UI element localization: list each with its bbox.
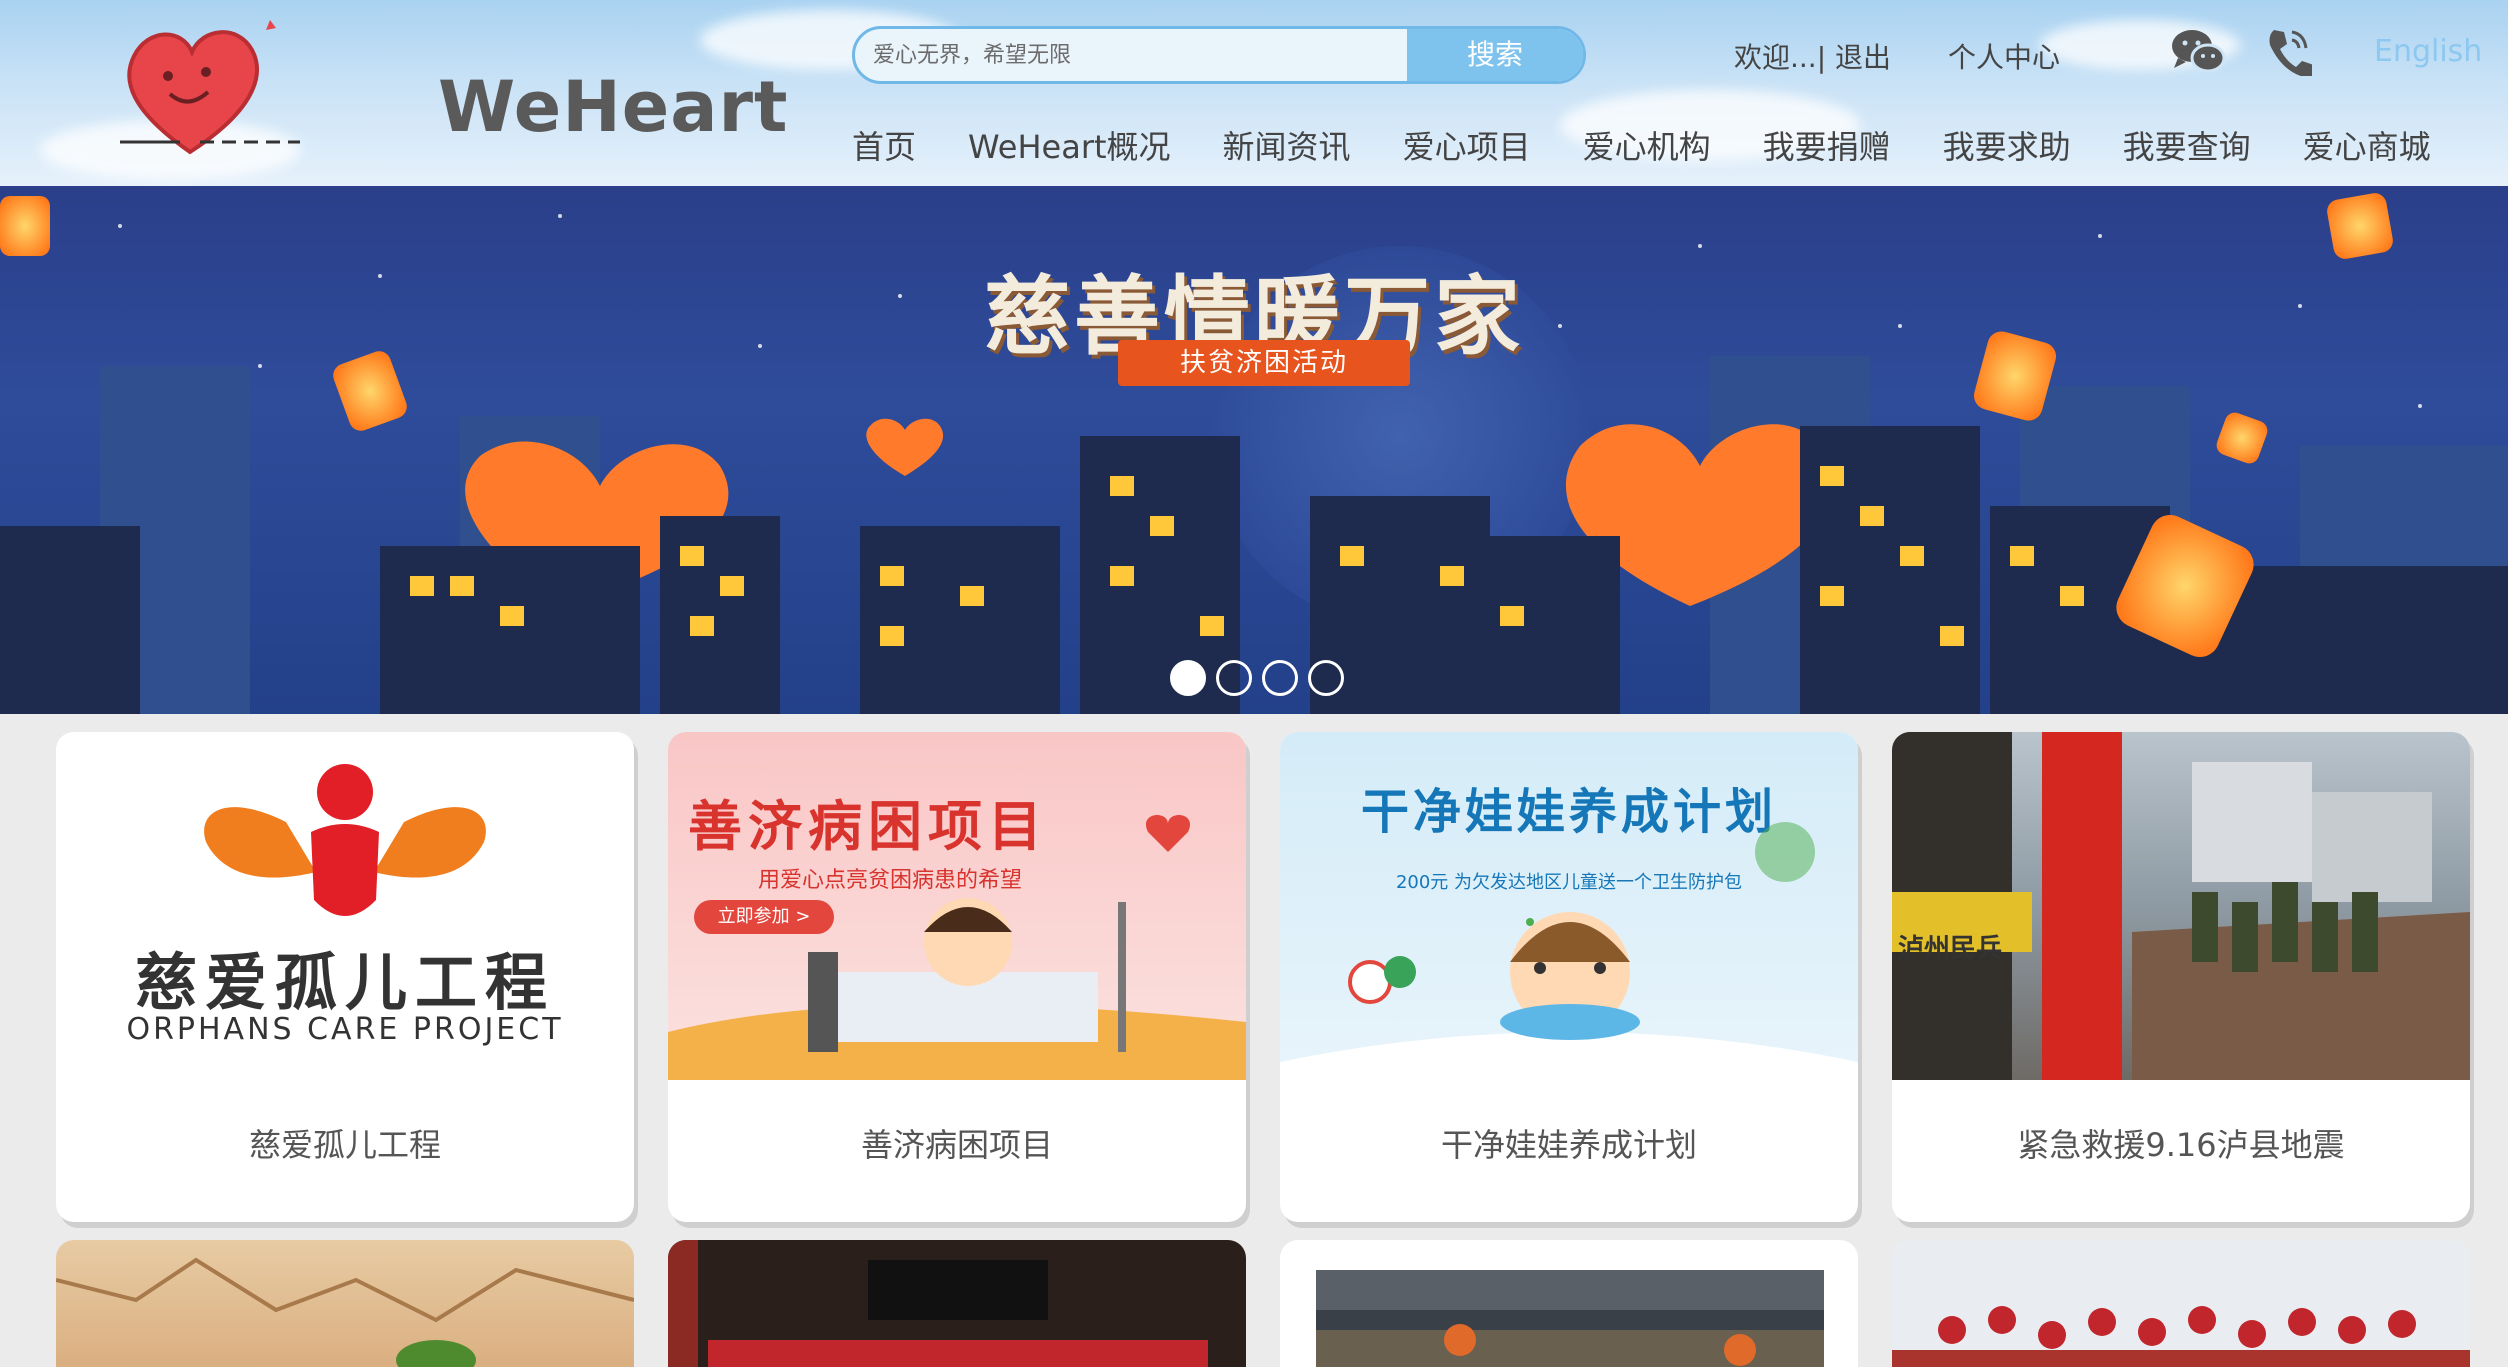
- dry-earth-photo: [56, 1257, 634, 1367]
- search-input[interactable]: [855, 29, 1409, 81]
- project-caption[interactable]: 善济病困项目: [668, 1120, 1246, 1166]
- logo-text: WeHeart: [438, 66, 789, 148]
- nav-item-home[interactable]: 首页: [852, 122, 916, 168]
- header: WeHeart 搜索 欢迎...| 退出 个人中心 English 首页 WeH…: [0, 0, 2508, 186]
- project-card-orphans[interactable]: 慈爱孤儿工程 ORPHANS CARE PROJECT 慈爱孤儿工程: [56, 732, 634, 1222]
- group-photo: [1892, 1306, 2470, 1367]
- earthquake-image-label: 泸州民兵: [1898, 934, 2003, 964]
- orphans-image-title: 慈爱孤儿工程: [134, 946, 555, 1019]
- project-card-row2-4[interactable]: [1892, 1240, 2470, 1367]
- project-card-row2-3[interactable]: [1280, 1240, 1858, 1367]
- hero-banner[interactable]: 慈善情暖万家 扶贫济困活动: [0, 186, 2508, 714]
- project-caption[interactable]: 干净娃娃养成计划: [1280, 1120, 1858, 1166]
- welcome-logout-link[interactable]: 欢迎...| 退出: [1734, 36, 1891, 76]
- project-image: 善济病困项目 用爱心点亮贫困病患的希望 立即参加 >: [668, 732, 1246, 1080]
- heart-logo-icon: [120, 20, 300, 155]
- personal-center-link[interactable]: 个人中心: [1948, 36, 2060, 76]
- patient-bed-illustration: [668, 814, 1246, 1080]
- earthquake-rescue-photo: [1892, 732, 2470, 1080]
- english-language-link[interactable]: English: [2374, 34, 2482, 69]
- project-card-row2-1[interactable]: [56, 1240, 634, 1367]
- nav-item-donate[interactable]: 我要捐赠: [1763, 122, 1891, 168]
- nav-item-overview[interactable]: WeHeart概况: [968, 122, 1171, 168]
- project-card-clean-kids[interactable]: 干净娃娃养成计划 200元 为欠发达地区儿童送一个卫生防护包 干净娃娃养成计划: [1280, 732, 1858, 1222]
- project-caption[interactable]: 慈爱孤儿工程: [56, 1120, 634, 1166]
- logo[interactable]: WeHeart: [120, 14, 787, 164]
- child-washing-illustration: [1280, 822, 1858, 1080]
- project-image: 干净娃娃养成计划 200元 为欠发达地区儿童送一个卫生防护包: [1280, 732, 1858, 1080]
- project-card-row2-2[interactable]: [668, 1240, 1246, 1367]
- orphans-image-subtitle: ORPHANS CARE PROJECT: [126, 1012, 564, 1047]
- ceremony-photo: [668, 1240, 1208, 1367]
- project-caption[interactable]: 紧急救援9.16泸县地震: [1892, 1120, 2470, 1166]
- main-nav: 首页 WeHeart概况 新闻资讯 爱心项目 爱心机构 我要捐赠 我要求助 我要…: [852, 122, 2483, 168]
- banner-subtitle: 扶贫济困活动: [1118, 340, 1410, 386]
- flood-rescue-photo: [1316, 1270, 1824, 1367]
- project-image: 慈爱孤儿工程 ORPHANS CARE PROJECT: [56, 732, 634, 1080]
- project-image: 泸州民兵: [1892, 732, 2470, 1080]
- project-card-earthquake[interactable]: 泸州民兵 紧急救援9.16泸县地震: [1892, 732, 2470, 1222]
- carousel-dot-1[interactable]: [1170, 660, 1206, 696]
- search-button[interactable]: 搜索: [1407, 29, 1583, 81]
- search-bar: 搜索: [852, 26, 1586, 84]
- phone-icon[interactable]: [2264, 26, 2314, 80]
- nav-item-projects[interactable]: 爱心项目: [1403, 122, 1531, 168]
- nav-item-mall[interactable]: 爱心商城: [2303, 122, 2431, 168]
- nav-item-query[interactable]: 我要查询: [2123, 122, 2251, 168]
- carousel-dot-4[interactable]: [1308, 660, 1344, 696]
- nav-item-organizations[interactable]: 爱心机构: [1583, 122, 1711, 168]
- carousel-dot-2[interactable]: [1216, 660, 1252, 696]
- carousel-dots: [1170, 660, 1354, 696]
- wechat-icon[interactable]: [2170, 28, 2226, 80]
- nav-item-news[interactable]: 新闻资讯: [1223, 122, 1351, 168]
- carousel-dot-3[interactable]: [1262, 660, 1298, 696]
- project-card-medical[interactable]: 善济病困项目 用爱心点亮贫困病患的希望 立即参加 > 善济病困项目: [668, 732, 1246, 1222]
- nav-item-seek-help[interactable]: 我要求助: [1943, 122, 2071, 168]
